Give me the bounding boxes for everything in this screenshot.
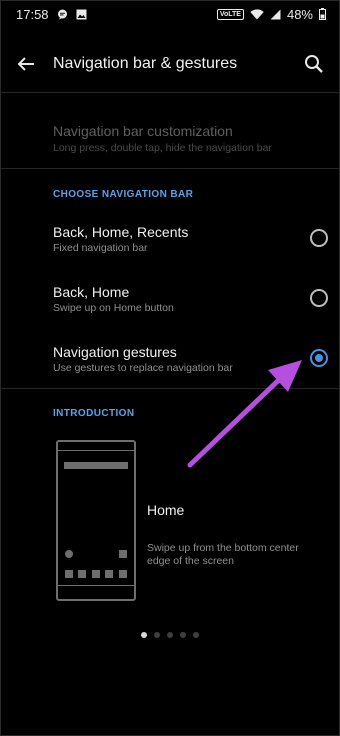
annotation-arrow-icon [187, 360, 302, 468]
